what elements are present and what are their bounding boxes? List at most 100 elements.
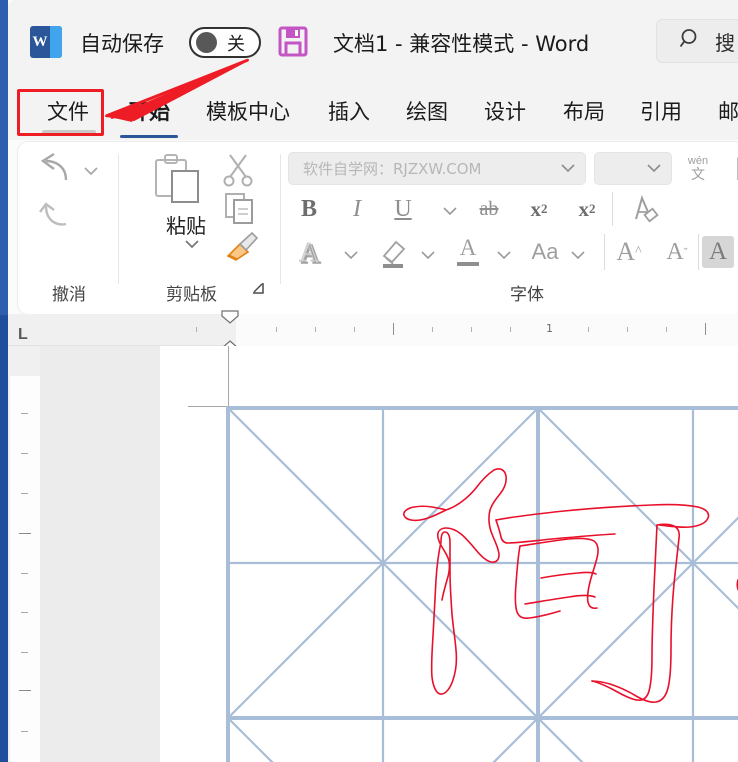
ribbon-tab-strip: 文件 开始 模板中心 插入 绘图 设计 布局 引用 邮件 [8,82,738,140]
paste-dropdown-chevron-icon[interactable] [183,238,201,253]
tab-references[interactable]: 引用 [630,92,692,130]
change-case-chevron-icon[interactable] [570,248,586,263]
highlight-chevron-icon[interactable] [420,248,436,263]
search-icon [679,27,703,56]
ruler-number-1: 1 [546,322,553,335]
ribbon: 撤消 粘贴 剪贴板 软件自学网：RJZXW.COM wén 文 B I U ab… [18,142,738,314]
format-painter-icon[interactable] [224,230,260,267]
shrink-font-label: A [666,238,684,265]
grow-font-button[interactable]: A ^ [610,234,648,270]
font-color-letter: A [459,235,477,261]
document-canvas [40,346,738,762]
font-name-chevron-down-icon [560,161,576,176]
font-name-value: 软件自学网：RJZXW.COM [303,160,482,178]
superscript-label: x [578,196,590,221]
group-separator-1 [118,154,119,284]
word-window: W 自动保存 关 文档1 - 兼容性模式 - Word 搜 文件 开始 模板中心… [0,0,738,762]
italic-label: I [353,195,361,222]
tab-references-label: 引用 [640,100,682,124]
vertical-ruler-page-area [10,376,40,762]
underline-label: U [394,195,412,222]
tab-home-active-underline [120,135,178,138]
tab-insert[interactable]: 插入 [318,92,380,130]
toggle-knob [196,32,217,53]
group-separator-2 [280,154,281,284]
search-input[interactable]: 搜 [656,19,738,63]
title-bar: W 自动保存 关 文档1 - 兼容性模式 - Word 搜 [8,0,738,82]
clipboard-dialog-launcher-icon[interactable] [250,280,266,301]
tab-mailings[interactable]: 邮件 [708,92,738,130]
redo-icon[interactable] [38,194,78,237]
tab-stop-marker[interactable]: L [18,326,28,344]
subscript-button[interactable]: x2 [522,194,556,224]
tab-insert-label: 插入 [328,100,370,124]
bold-label: B [300,195,317,222]
tab-mailings-label: 邮件 [718,100,738,124]
cut-scissors-icon[interactable] [222,152,256,193]
underline-chevron-icon[interactable] [442,204,458,219]
clear-formatting-button[interactable] [623,192,659,226]
autosave-toggle[interactable]: 关 [189,27,261,58]
document-page[interactable] [160,346,738,762]
window-left-edge-strip [0,0,8,315]
tab-draw[interactable]: 绘图 [396,92,458,130]
strikethrough-label: ab [479,197,499,220]
document-title: 文档1 - 兼容性模式 - Word [333,32,590,56]
tab-design-label: 设计 [484,100,526,124]
tab-template-center-label: 模板中心 [206,100,290,124]
bold-button[interactable]: B [294,194,324,224]
autosave-state-label: 关 [227,33,245,55]
tab-layout-label: 布局 [563,100,605,124]
text-effects-chevron-icon[interactable] [343,248,359,263]
window-left-edge [0,0,8,762]
tab-design[interactable]: 设计 [474,92,536,130]
font-name-combo[interactable]: 软件自学网：RJZXW.COM [288,152,586,185]
paste-icon[interactable] [150,154,204,217]
ribbon-group-label-font: 字体 [510,285,544,305]
vertical-ruler[interactable] [8,346,40,762]
change-case-label: Aa [531,239,559,264]
text-highlight-button[interactable] [376,234,412,270]
strikethrough-button[interactable]: ab [472,194,506,224]
autosave-label: 自动保存 [80,32,164,56]
grow-font-label: A [616,237,636,266]
first-line-indent-marker[interactable] [220,310,240,329]
font-row-separator-2 [604,234,605,270]
tab-draw-label: 绘图 [406,100,448,124]
superscript-button[interactable]: x2 [570,194,604,224]
change-case-button[interactable]: Aa [524,236,566,268]
tab-layout[interactable]: 布局 [553,92,615,130]
tab-home[interactable]: 开始 [118,92,180,138]
tab-template-center[interactable]: 模板中心 [193,92,303,130]
font-row-separator-3 [698,234,699,270]
text-effects-button[interactable]: A A [294,236,328,270]
phonetic-guide-button[interactable]: wén 文 [680,150,716,186]
font-size-combo[interactable] [594,152,672,185]
font-color-swatch [457,261,479,266]
font-color-chevron-icon[interactable] [496,248,512,263]
ruler-text-area [236,314,738,346]
tab-home-label: 开始 [128,100,170,124]
calligraphy-grid [226,406,738,762]
save-icon[interactable] [278,26,308,57]
subscript-label: x [530,196,542,221]
tab-file[interactable]: 文件 [30,92,106,130]
paste-button-label[interactable]: 粘贴 [166,210,206,239]
font-color-button[interactable]: A [450,234,486,270]
italic-button[interactable]: I [342,194,372,224]
copy-icon[interactable] [224,192,258,231]
undo-dropdown-chevron-icon[interactable] [83,164,99,179]
character-border-button[interactable]: [ [724,152,738,184]
underline-button[interactable]: U [388,194,418,224]
tab-file-label: 文件 [47,100,89,124]
undo-icon[interactable] [36,152,76,195]
character-shading-button[interactable]: A [702,236,734,268]
font-row-separator-1 [612,192,613,226]
svg-text:A: A [299,237,319,267]
horizontal-ruler[interactable]: 1 [8,314,738,346]
ribbon-group-label-clipboard: 剪贴板 [166,285,217,305]
search-placeholder: 搜 [715,30,735,55]
tab-file-underline [42,130,96,134]
shrink-font-button[interactable]: Aˇ [658,234,696,270]
font-size-chevron-down-icon [646,161,662,176]
